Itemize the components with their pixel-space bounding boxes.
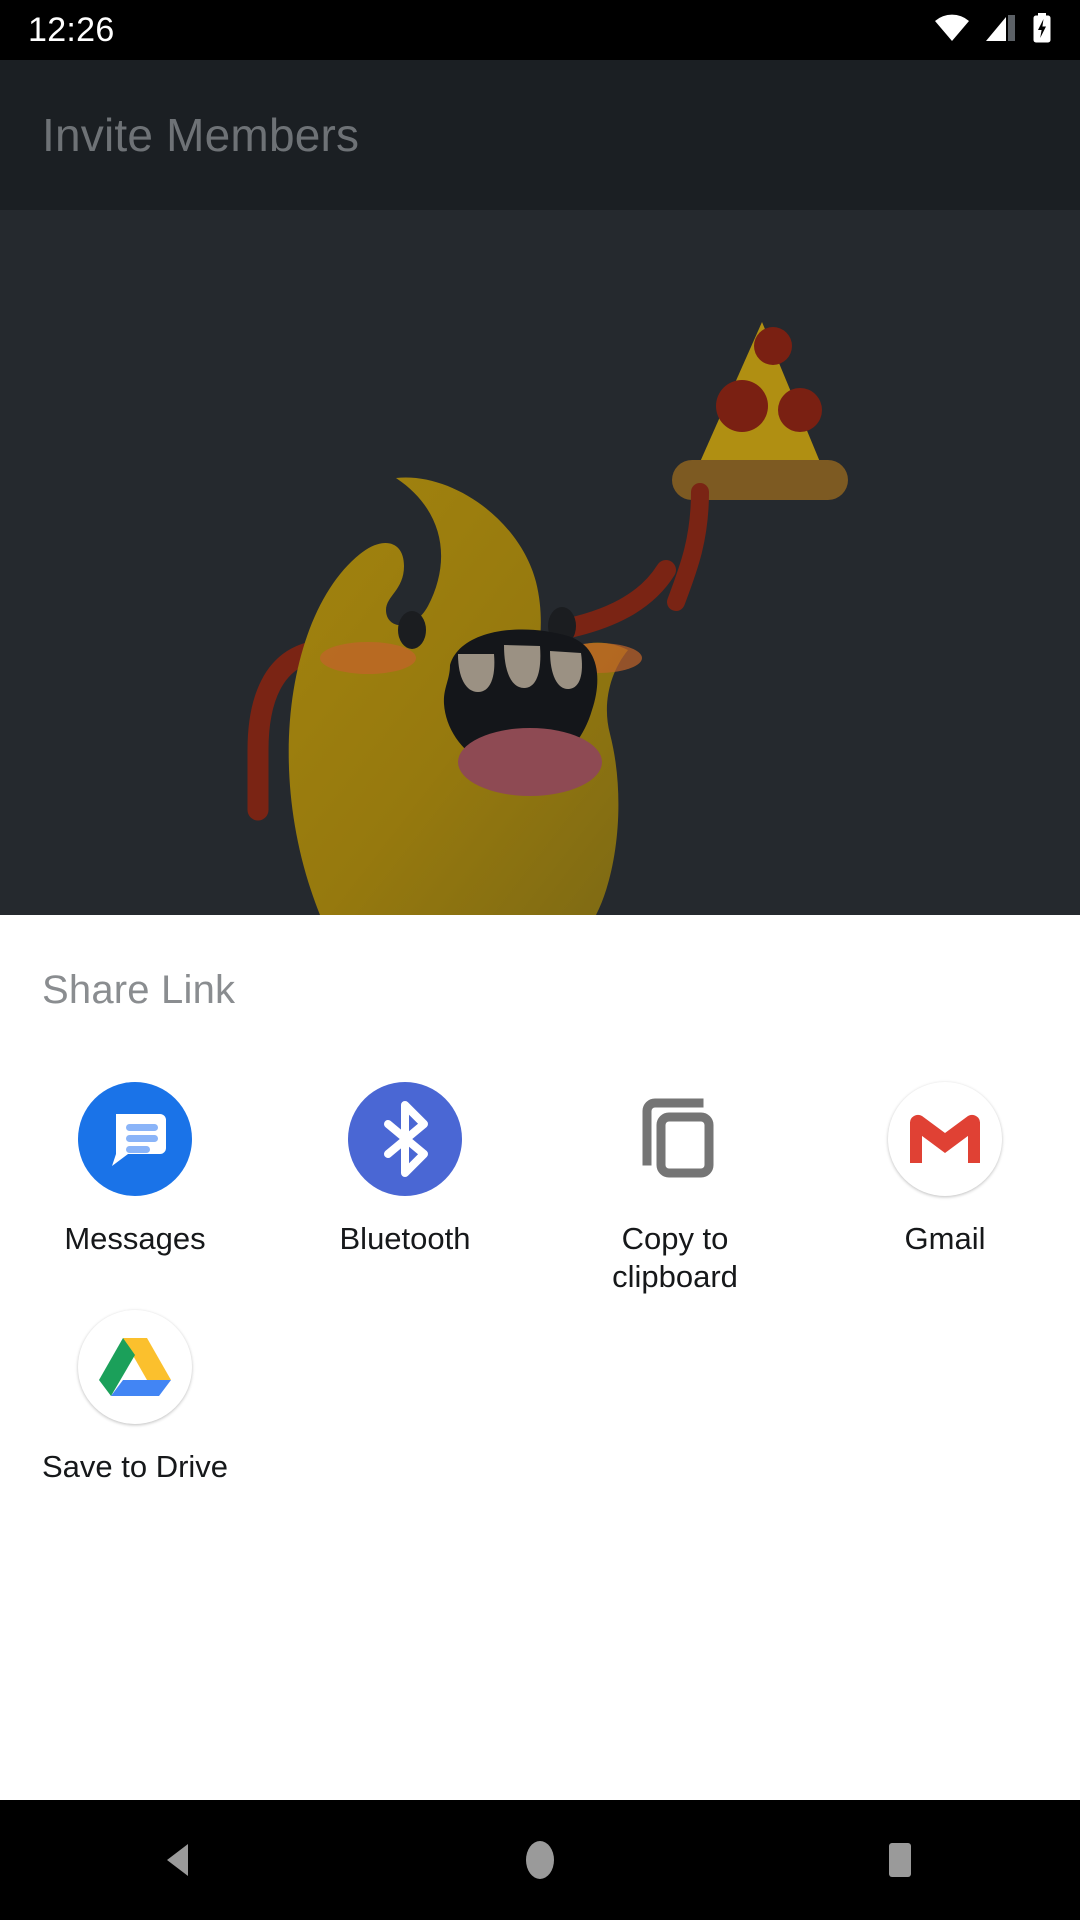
monster-eating-pizza-illustration [0, 210, 1080, 915]
navigation-bar [0, 1800, 1080, 1920]
share-target-label: Gmail [904, 1221, 986, 1256]
gmail-icon [888, 1082, 1002, 1196]
app-bar: Invite Members [0, 60, 1080, 210]
back-button[interactable] [105, 1800, 255, 1920]
content-area [0, 210, 1080, 915]
google-drive-icon [78, 1310, 192, 1424]
wifi-icon [934, 14, 970, 47]
share-target-gmail[interactable]: Gmail [810, 1068, 1080, 1296]
page-title: Invite Members [42, 109, 360, 161]
cellular-signal-icon [984, 14, 1018, 47]
battery-charging-icon [1032, 12, 1052, 48]
recents-button[interactable] [825, 1800, 975, 1920]
bluetooth-icon [348, 1082, 462, 1196]
monster-left-eye [398, 611, 426, 649]
share-target-label: Copy to clipboard [612, 1221, 738, 1294]
share-target-label: Messages [64, 1221, 206, 1256]
copy-to-clipboard-icon [627, 1089, 723, 1190]
share-target-save-to-drive[interactable]: Save to Drive [0, 1296, 270, 1486]
share-target-label: Save to Drive [41, 1449, 229, 1484]
monster-left-cheek [320, 642, 416, 674]
pizza-slice [672, 322, 848, 500]
share-sheet-title: Share Link [42, 968, 236, 1012]
home-button[interactable] [465, 1800, 615, 1920]
monster-right-arm [550, 560, 676, 640]
share-sheet: Share Link Messages Bluetooth Copy to cl… [0, 915, 1080, 1800]
share-target-messages[interactable]: Messages [0, 1068, 270, 1296]
status-bar-icons [934, 12, 1052, 48]
messages-icon [78, 1082, 192, 1196]
status-bar-clock: 12:26 [28, 10, 115, 49]
status-bar: 12:26 [0, 0, 1080, 60]
monster-hand-holding-pizza [667, 483, 709, 611]
share-target-label: Bluetooth [339, 1221, 471, 1256]
share-target-copy-to-clipboard[interactable]: Copy to clipboard [540, 1068, 810, 1296]
share-target-bluetooth[interactable]: Bluetooth [270, 1068, 540, 1296]
share-target-grid: Messages Bluetooth Copy to clipboard Gma… [0, 1068, 1080, 1486]
monster-tongue [458, 728, 602, 796]
android-share-screen: 12:26 Invite Members Share Link Messages… [0, 0, 1080, 1920]
